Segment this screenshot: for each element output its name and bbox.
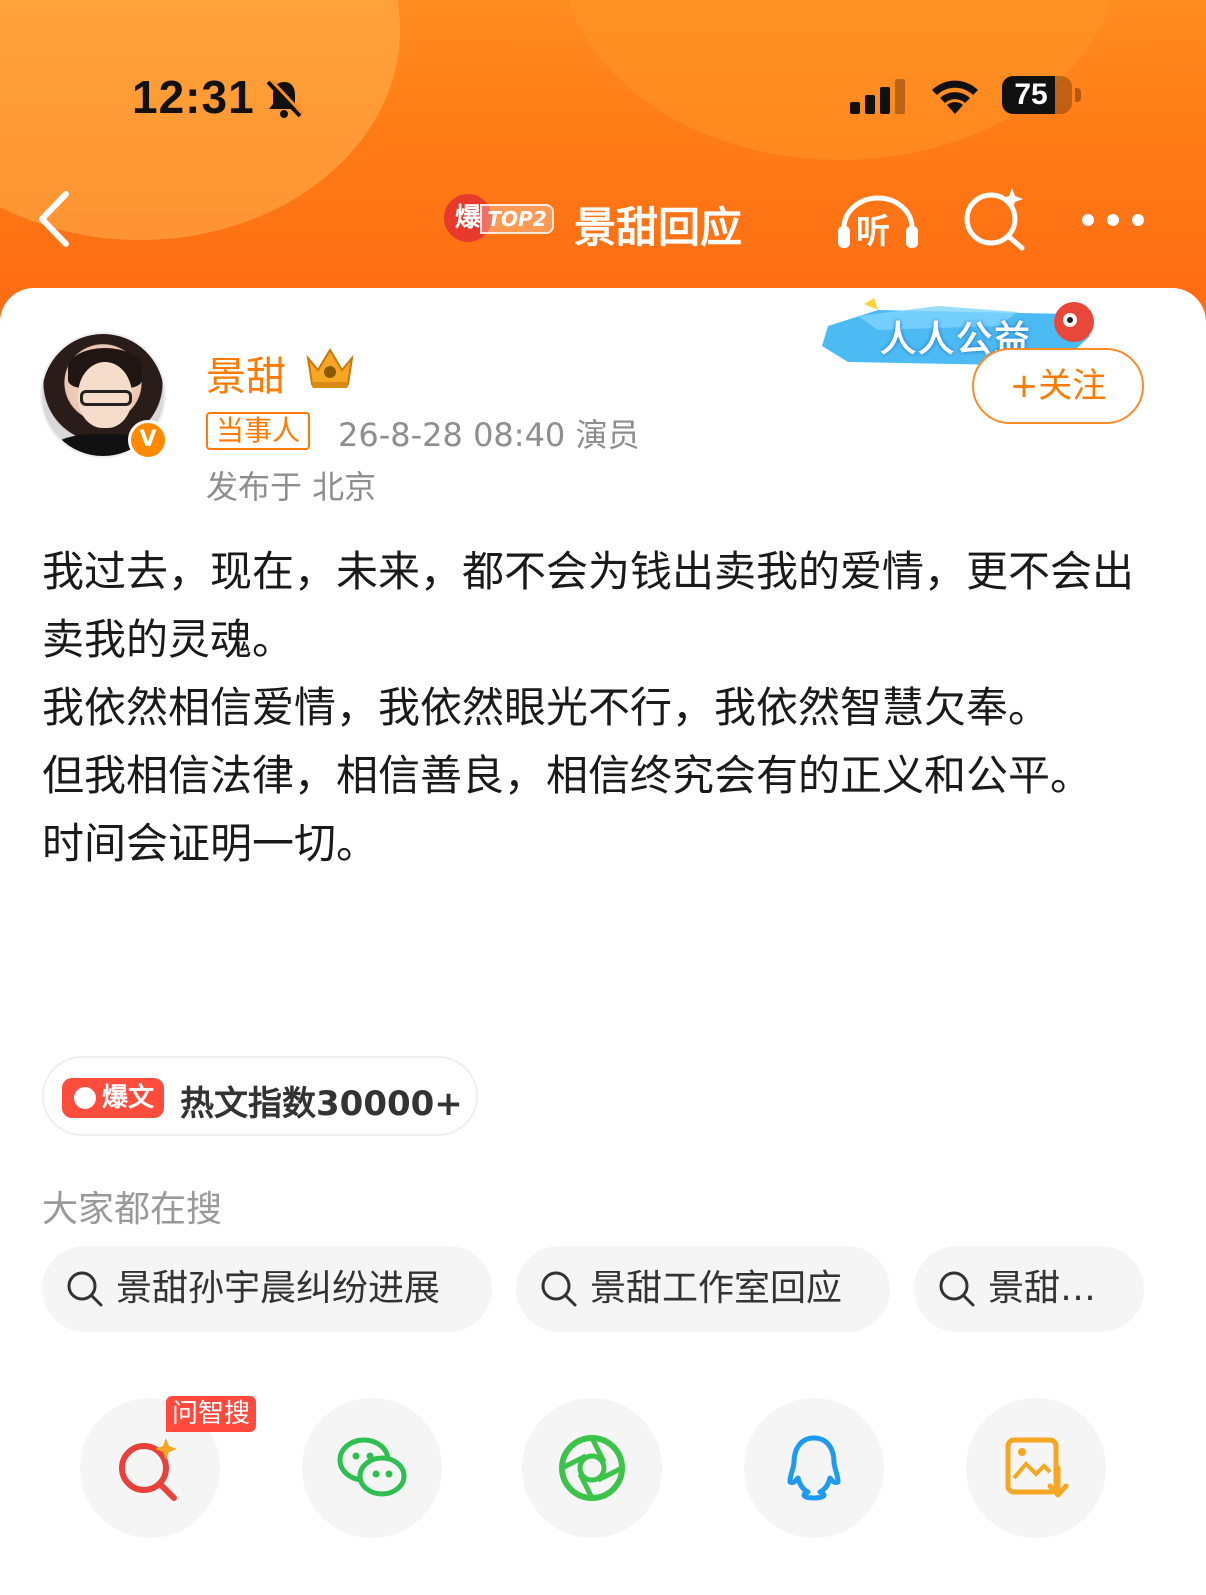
hot-article-tag: 爆文 (62, 1078, 164, 1118)
flame-icon (74, 1087, 96, 1109)
share-moments-button[interactable] (522, 1398, 662, 1538)
post-body: 我过去，现在，未来，都不会为钱出卖我的爱情，更不会出卖我的灵魂。 我依然相信爱情… (42, 538, 1162, 878)
listen-label[interactable]: 听 (856, 204, 890, 253)
search-chip-label: 景甜孙宇晨纠纷进展 (116, 1268, 441, 1309)
battery-indicator: 75 (1002, 76, 1072, 114)
hot-index-pill[interactable]: 爆文 热文指数30000+ (42, 1056, 478, 1136)
post-paragraph: 时间会证明一切。 (42, 819, 379, 868)
search-chip[interactable]: 景甜工作室回应 (516, 1246, 890, 1332)
moments-icon (559, 1435, 625, 1501)
post-location: 发布于 北京 (206, 468, 377, 506)
post-paragraph: 但我相信法律，相信善良，相信终究会有的正义和公平。 (42, 751, 1093, 800)
rank-label: TOP2 (480, 204, 554, 234)
share-wechat-button[interactable] (302, 1398, 442, 1538)
ai-search-icon (119, 1438, 177, 1501)
search-icon (541, 1271, 577, 1307)
share-save-image-button[interactable] (966, 1398, 1106, 1538)
search-icon (939, 1271, 975, 1307)
role-tag: 当事人 (206, 412, 311, 450)
wifi-icon (932, 80, 978, 114)
search-chip-label: 景甜工作室回应 (590, 1268, 843, 1309)
ai-search-badge: 问智搜 (166, 1396, 257, 1432)
cellular-signal-icon (850, 79, 905, 114)
hot-index-label: 热文指数30000+ (180, 1084, 463, 1124)
battery-tip (1075, 88, 1081, 102)
search-chip[interactable]: 景甜孙宇晨纠纷进展 (42, 1246, 492, 1332)
search-chip-label: 景甜… (988, 1268, 1097, 1309)
share-qq-button[interactable] (744, 1398, 884, 1538)
page-title: 景甜回应 (574, 203, 743, 252)
header-background (0, 0, 1206, 330)
ai-search-icon[interactable] (962, 186, 1028, 252)
post-meta: 26-8-28 08:40 演员 (338, 416, 640, 454)
search-chip[interactable]: 景甜… (914, 1246, 1144, 1332)
trending-search-heading: 大家都在搜 (42, 1189, 223, 1230)
verified-badge-icon: V (128, 420, 168, 460)
battery-percent: 75 (1014, 78, 1048, 111)
post-paragraph: 我过去，现在，未来，都不会为钱出卖我的爱情，更不会出卖我的灵魂。 (42, 547, 1135, 664)
crown-badge-icon (306, 348, 354, 388)
bell-muted-icon (266, 78, 305, 118)
wechat-icon (337, 1437, 407, 1497)
back-chevron-icon[interactable] (30, 186, 80, 252)
save-image-icon (1005, 1437, 1069, 1498)
status-time: 12:31 (132, 71, 255, 123)
author-name[interactable]: 景甜 (206, 344, 286, 402)
more-options-icon[interactable] (1078, 206, 1148, 234)
follow-button[interactable]: +关注 (972, 348, 1144, 424)
hot-rank-badge: 爆 TOP2 (444, 194, 554, 242)
search-icon (67, 1271, 103, 1307)
qq-icon (787, 1435, 841, 1501)
post-paragraph: 我依然相信爱情，我依然眼光不行，我依然智慧欠奉。 (42, 683, 1051, 732)
